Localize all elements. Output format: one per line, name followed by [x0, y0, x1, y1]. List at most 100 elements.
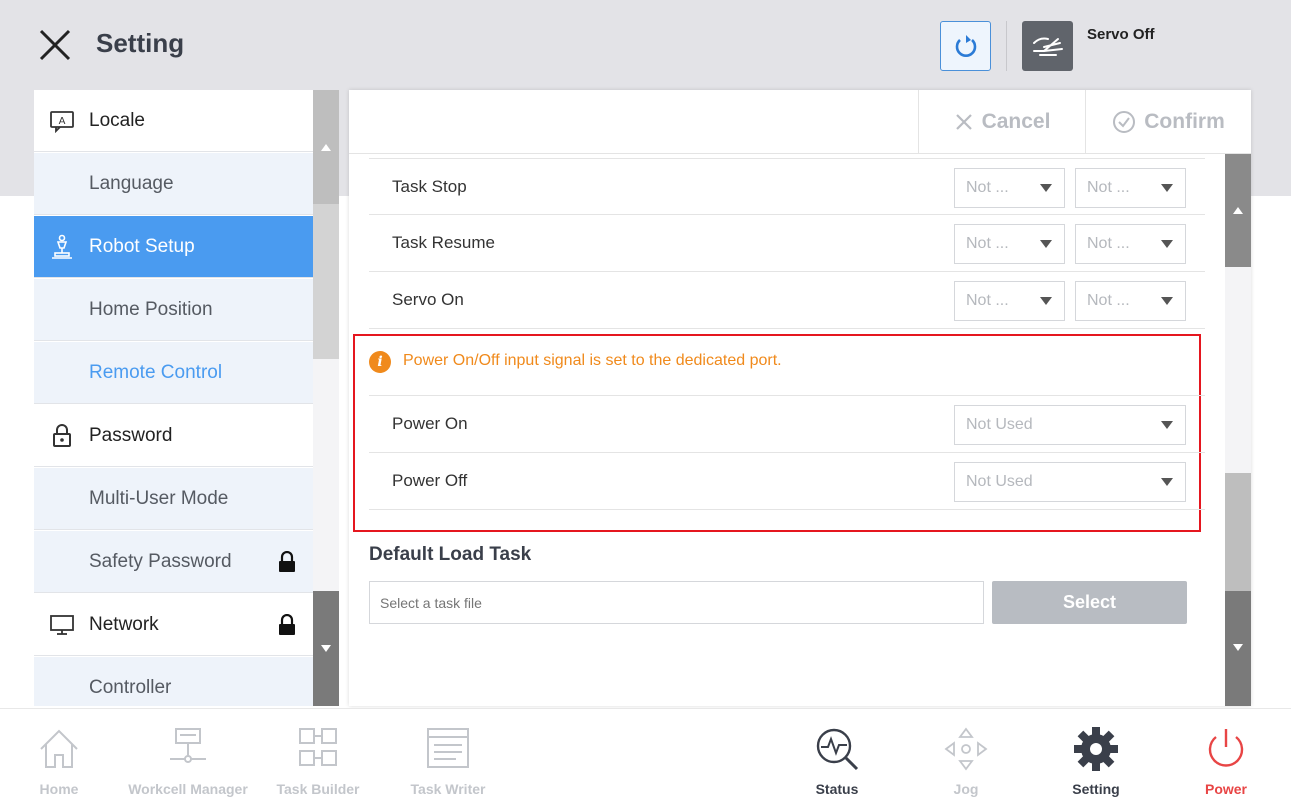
power-off-select[interactable]: Not Used [954, 462, 1186, 502]
close-icon [39, 29, 71, 61]
close-icon [955, 114, 972, 130]
caret-down-icon [1161, 184, 1173, 192]
sidebar-item-multi-user-mode[interactable]: Multi-User Mode [34, 468, 313, 530]
servo-button[interactable] [1022, 21, 1073, 71]
sidebar-item-safety-password[interactable]: Safety Password [34, 531, 313, 593]
nav-home[interactable]: Home [0, 725, 124, 797]
caret-down-icon [1161, 240, 1173, 248]
scroll-down-button[interactable] [1225, 591, 1251, 706]
scroll-down-button[interactable] [313, 591, 339, 706]
sidebar-item-controller[interactable]: Controller [34, 657, 313, 706]
nav-task-writer[interactable]: Task Writer [383, 725, 513, 797]
nav-label: Task Builder [276, 781, 360, 797]
signal-select-1[interactable]: Not ... [954, 281, 1065, 321]
nav-label: Status [815, 781, 859, 797]
sidebar-item-language[interactable]: Language [34, 153, 313, 215]
bottom-nav: Home Workcell Manager Task Builder Task … [0, 708, 1291, 808]
power-icon [1208, 729, 1244, 767]
sidebar-item-label: Network [89, 613, 159, 635]
power-row-off: Power Off Not Used [369, 453, 1205, 510]
hand-icon [1032, 37, 1063, 56]
nav-label: Home [39, 781, 79, 797]
sidebar-item-label: Home Position [89, 298, 213, 320]
locale-icon: A [34, 109, 89, 133]
nav-setting[interactable]: Setting [1031, 725, 1161, 797]
signal-select-1[interactable]: Not ... [954, 168, 1065, 208]
confirm-label: Confirm [1144, 110, 1225, 133]
sidebar-item-label: Language [89, 172, 174, 194]
sidebar-item-label: Safety Password [89, 550, 232, 572]
nav-label: Task Writer [410, 781, 486, 797]
nav-status[interactable]: Status [772, 725, 902, 797]
signal-label: Servo On [392, 290, 464, 309]
section-title-default-load-task: Default Load Task [369, 544, 532, 565]
cancel-button[interactable]: Cancel [918, 90, 1085, 154]
sidebar-item-password[interactable]: Password [34, 405, 313, 467]
gear-icon [1074, 727, 1118, 771]
status-icon [816, 728, 859, 771]
nav-workcell-manager[interactable]: Workcell Manager [123, 725, 253, 797]
nav-label: Power [1204, 781, 1247, 797]
power-label: Power On [392, 414, 468, 433]
sidebar-item-network[interactable]: Network [34, 594, 313, 656]
nav-task-builder[interactable]: Task Builder [253, 725, 383, 797]
sidebar-item-label: Multi-User Mode [89, 487, 229, 509]
signal-select-2[interactable]: Not ... [1075, 168, 1186, 208]
rotate-icon [955, 35, 976, 57]
caret-down-icon [1040, 240, 1052, 248]
scroll-thumb[interactable] [313, 204, 339, 359]
sidebar-item-label: Controller [89, 676, 172, 698]
close-button[interactable] [36, 26, 76, 66]
nav-label: Workcell Manager [128, 781, 248, 797]
signal-select-2[interactable]: Not ... [1075, 281, 1186, 321]
task-file-input[interactable] [369, 581, 984, 624]
task-builder-icon [299, 728, 337, 766]
caret-down-icon [1040, 297, 1052, 305]
power-on-select[interactable]: Not Used [954, 405, 1186, 445]
nav-power[interactable]: Power [1161, 725, 1291, 797]
signal-select-1[interactable]: Not ... [954, 224, 1065, 264]
scroll-thumb[interactable] [1225, 473, 1251, 591]
nav-label: Jog [953, 781, 979, 797]
home-icon [40, 729, 78, 768]
sidebar-item-home-position[interactable]: Home Position [34, 279, 313, 341]
scroll-up-button[interactable] [1225, 154, 1251, 267]
info-icon: i [369, 351, 391, 373]
monitor-icon [34, 613, 89, 637]
signal-select-2[interactable]: Not ... [1075, 224, 1186, 264]
svg-text:A: A [58, 116, 65, 127]
lock-icon [277, 550, 297, 579]
sidebar-scrollbar[interactable] [313, 90, 339, 706]
sidebar-item-robot-setup[interactable]: Robot Setup [34, 216, 313, 278]
reset-button[interactable] [940, 21, 991, 71]
chevron-up-icon [1233, 207, 1243, 214]
signal-row-task-stop: Task Stop Not ... Not ... [369, 158, 1205, 215]
sidebar-item-label: Robot Setup [89, 235, 195, 257]
caret-down-icon [1040, 184, 1052, 192]
confirm-button[interactable]: Confirm [1085, 90, 1251, 154]
info-text: Power On/Off input signal is set to the … [403, 352, 782, 369]
sidebar-item-label: Remote Control [89, 361, 223, 383]
power-row-on: Power On Not Used [369, 396, 1205, 453]
check-circle-icon [1113, 111, 1136, 133]
chevron-down-icon [1233, 644, 1243, 651]
main-scrollbar[interactable] [1225, 154, 1251, 706]
lock-icon [277, 613, 297, 642]
nav-label: Setting [1072, 781, 1120, 797]
servo-status-label: Servo Off [1087, 26, 1155, 43]
power-info-message: i Power On/Off input signal is set to th… [369, 337, 1205, 396]
jog-icon [944, 727, 988, 771]
sidebar-item-remote-control[interactable]: Remote Control [34, 342, 313, 404]
workcell-icon [170, 728, 206, 763]
scroll-up-button[interactable] [313, 90, 339, 204]
nav-jog[interactable]: Jog [901, 725, 1031, 797]
sidebar-item-locale[interactable]: A Locale [34, 90, 313, 152]
robot-icon [34, 234, 89, 260]
chevron-down-icon [321, 645, 331, 652]
signal-label: Task Stop [392, 177, 467, 196]
signal-label: Task Resume [392, 233, 495, 252]
page-title: Setting [96, 28, 185, 58]
select-button[interactable]: Select [992, 581, 1187, 624]
padlock-icon [34, 423, 89, 449]
caret-down-icon [1161, 421, 1173, 429]
